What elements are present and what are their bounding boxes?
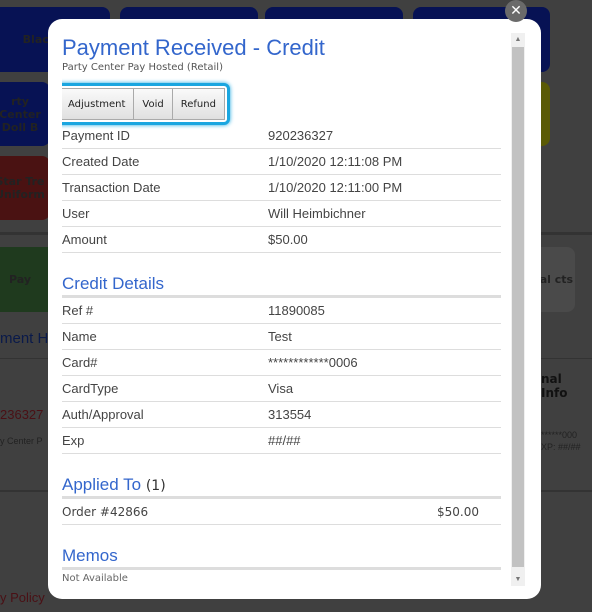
credit-row: Exp ##/## — [62, 428, 501, 454]
modal-content: Payment Received - Credit Party Center P… — [62, 19, 501, 586]
applied-to-row[interactable]: Order #42866 $50.00 — [62, 499, 501, 525]
bg-payment-id[interactable]: 236327 — [0, 407, 43, 422]
additional-info-header: nal Info — [541, 372, 568, 400]
applied-to-heading: Applied To (1) — [62, 475, 501, 499]
memos-text: Not Available — [62, 573, 128, 584]
payment-history-heading: ment H — [0, 330, 49, 347]
action-button-group: Adjustment Void Refund — [62, 83, 230, 125]
modal-scrollbar[interactable]: ▲ ▼ — [511, 33, 525, 586]
bg-tile[interactable]: rty Center Doll B — [0, 82, 50, 146]
adjustment-button[interactable]: Adjustment — [62, 88, 135, 120]
bg-card: ******000 — [541, 430, 578, 440]
detail-row: Transaction Date 1/10/2020 12:11:00 PM — [62, 175, 501, 201]
detail-row: Payment ID 920236327 — [62, 123, 501, 149]
credit-details-heading: Credit Details — [62, 274, 501, 298]
credit-row: Name Test — [62, 324, 501, 350]
close-icon[interactable]: ✕ — [505, 0, 527, 22]
detail-row: User Will Heimbichner — [62, 201, 501, 227]
modal-title: Payment Received - Credit — [62, 35, 325, 60]
bg-payment-source: y Center P — [0, 436, 43, 446]
void-button[interactable]: Void — [134, 88, 173, 120]
applied-to-count: (1) — [145, 478, 166, 494]
payment-details: Payment ID 920236327 Created Date 1/10/202… — [62, 123, 501, 584]
credit-row: Auth/Approval 313554 — [62, 402, 501, 428]
payment-modal: Payment Received - Credit Party Center P… — [48, 19, 541, 599]
bg-exp: XP: ##/## — [541, 442, 581, 452]
scroll-down-arrow-icon[interactable]: ▼ — [511, 576, 525, 583]
credit-row: CardType Visa — [62, 376, 501, 402]
scroll-up-arrow-icon[interactable]: ▲ — [511, 36, 525, 43]
credit-row: Card# ************0006 — [62, 350, 501, 376]
pay-tile[interactable]: Pay — [0, 247, 50, 312]
detail-row: Amount $50.00 — [62, 227, 501, 253]
credit-row: Ref #11890085 — [62, 298, 501, 324]
scrollbar-thumb[interactable] — [512, 47, 524, 567]
footer-policy-link[interactable]: y Policy — [0, 590, 45, 605]
refund-button[interactable]: Refund — [172, 88, 225, 120]
modal-subtitle: Party Center Pay Hosted (Retail) — [62, 62, 223, 73]
detail-row: Created Date 1/10/2020 12:11:08 PM — [62, 149, 501, 175]
memos-heading: Memos — [62, 546, 501, 570]
bg-tile[interactable]: Star Tre Uniform — [0, 156, 50, 220]
